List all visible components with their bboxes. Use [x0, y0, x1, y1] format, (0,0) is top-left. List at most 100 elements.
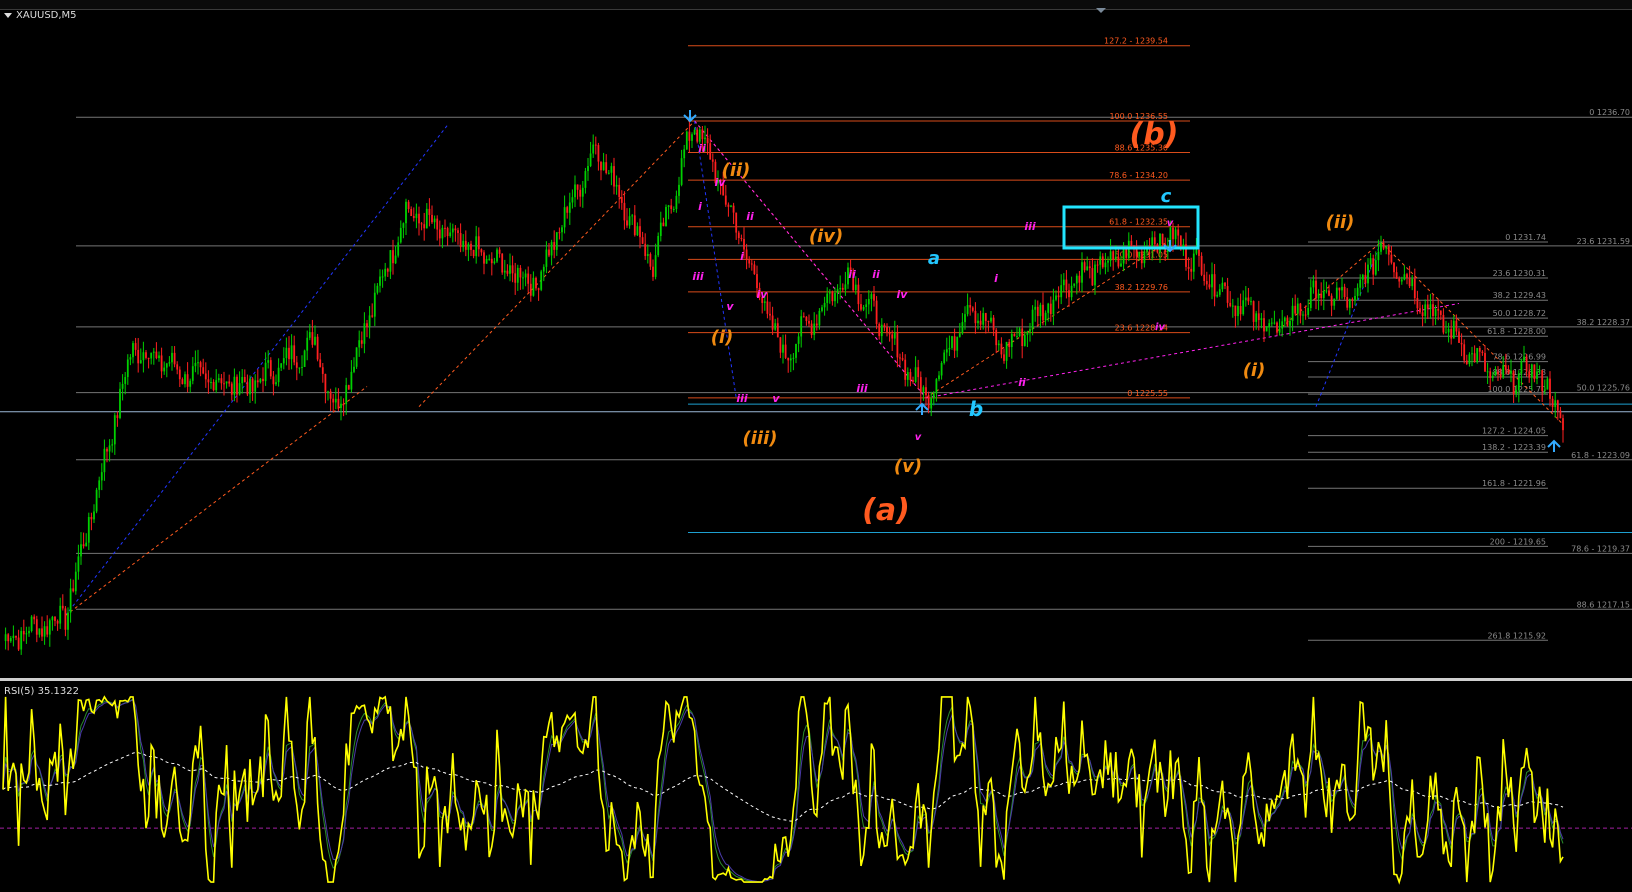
candle-body [1533, 364, 1536, 380]
wave-label: v [772, 392, 780, 405]
candle-body [1421, 312, 1424, 316]
candle-body [896, 332, 899, 358]
trendline-blue [65, 124, 449, 616]
candle-body [865, 304, 868, 308]
candle-body [314, 336, 316, 345]
candle-body [1408, 277, 1411, 287]
candle-body [1172, 227, 1174, 240]
candle-body [766, 301, 769, 314]
candle-body [457, 230, 459, 234]
candle-body [971, 307, 974, 311]
candle-body [711, 159, 714, 162]
candle-body [1387, 246, 1390, 255]
candle-body [228, 381, 231, 384]
candle-body [293, 345, 296, 363]
candle-body [628, 216, 631, 226]
candle-body [1140, 251, 1143, 264]
candle-body [485, 258, 488, 264]
fib1-level-label: 78.6 - 1234.20 [1109, 171, 1168, 180]
candle-body [1218, 289, 1221, 295]
candle-body [402, 223, 405, 228]
wave-label: ii [848, 268, 856, 281]
candle-body [750, 263, 753, 265]
candle-body [667, 205, 670, 207]
candle-body [1398, 278, 1401, 282]
candle-body [763, 301, 766, 303]
candle-body [839, 287, 842, 290]
candle-body [620, 197, 623, 203]
candle-body [1229, 302, 1232, 306]
candle-body [1395, 272, 1398, 279]
candle-body [511, 265, 514, 274]
candle-body [1361, 274, 1364, 280]
candle-body [776, 323, 779, 338]
wave-label: (iii) [743, 428, 778, 449]
candle-body [691, 134, 693, 141]
fib2-level-label: 138.2 - 1223.39 [1482, 443, 1546, 452]
candle-body [462, 240, 465, 248]
candle-body [1549, 378, 1551, 399]
candle-body [730, 205, 732, 207]
candle-body [600, 161, 602, 171]
candle-body [1416, 298, 1419, 309]
candle-body [503, 270, 506, 273]
candle-body [568, 202, 571, 213]
candle-body [1346, 297, 1349, 308]
candle-body [1003, 354, 1005, 361]
candle-body [948, 347, 951, 350]
candle-body [743, 239, 745, 250]
candle-body [670, 205, 673, 210]
candle-body [615, 184, 618, 187]
candle-body [823, 302, 826, 308]
wave-label: a [928, 248, 940, 269]
candle-body [334, 398, 337, 403]
candle-body [1029, 329, 1031, 332]
fib2-level-label: 200 - 1219.65 [1490, 537, 1546, 546]
candle-body [706, 137, 709, 144]
wave-label: (v) [894, 456, 922, 477]
candle-body [191, 366, 194, 381]
candle-body [46, 626, 49, 635]
candle-body [1099, 256, 1102, 265]
candle-body [204, 373, 207, 380]
wave-label: (ii) [1326, 212, 1355, 233]
candle-body [789, 358, 792, 361]
candle-body [1400, 279, 1403, 282]
candle-body [165, 363, 168, 368]
candle-body [236, 376, 238, 395]
candle-body [363, 323, 366, 344]
candle-body [878, 323, 881, 337]
candle-body [1551, 398, 1554, 408]
candle-body [1354, 295, 1356, 301]
candle-body [880, 324, 883, 337]
candle-body [675, 195, 678, 210]
fib1-level-label: 61.8 - 1232.35 [1109, 218, 1168, 227]
candle-body [1307, 308, 1310, 315]
candle-body [59, 605, 62, 624]
candle-body [308, 332, 311, 338]
candle-body [199, 362, 202, 368]
candle-body [935, 379, 938, 394]
candle-body [1424, 304, 1427, 316]
candle-body [350, 371, 353, 390]
candle-body [1216, 294, 1219, 297]
candle-body [672, 209, 675, 211]
wave-label: (i) [1243, 360, 1266, 381]
candle-body [1052, 299, 1055, 315]
candle-body [1244, 297, 1247, 301]
candle-body [98, 480, 101, 490]
candle-body [472, 249, 475, 257]
wave-label: (i) [711, 327, 734, 348]
candle-body [550, 242, 553, 256]
candle-body [316, 336, 319, 360]
candle-body [1031, 309, 1034, 330]
wave-label: b [969, 397, 983, 421]
candle-body [1143, 251, 1146, 264]
candle-body [535, 277, 537, 289]
candle-body [1471, 353, 1473, 355]
candle-body [1390, 254, 1393, 263]
candle-body [1068, 290, 1070, 298]
chart-window: XAUUSD,M5 0 1236.70 23.6 1231.59 38.2 1228… [0, 0, 1632, 892]
candle-body [1385, 246, 1388, 249]
candle-body [909, 372, 912, 381]
